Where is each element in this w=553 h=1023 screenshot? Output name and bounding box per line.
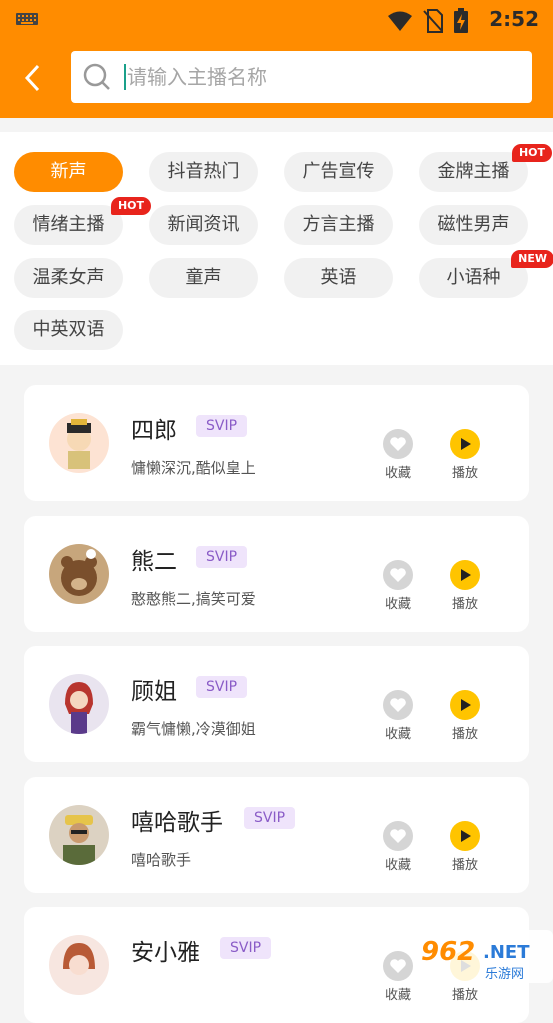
- category-tags: 新声 抖音热门 广告宣传 金牌主播 HOT 情绪主播 HOT 新闻资讯 方言主播 磁…: [0, 132, 553, 365]
- favorite-label: 收藏: [384, 466, 411, 481]
- heart-icon: [390, 829, 406, 843]
- anchor-card[interactable]: 顾姐 SVIP 霸气慵懒,冷漠御姐 收藏 播放: [24, 646, 529, 762]
- site-watermark: 962 .NET 乐游网: [413, 930, 553, 983]
- svip-badge: SVIP: [196, 415, 248, 437]
- wifi-icon: [388, 11, 412, 31]
- tag-tongsheng[interactable]: 童声: [149, 258, 258, 298]
- svip-badge: SVIP: [244, 807, 296, 829]
- tag-label: 温柔女声: [32, 267, 105, 288]
- anchor-desc: 憨憨熊二,搞笑可爱: [131, 590, 256, 608]
- svip-badge: SVIP: [220, 937, 272, 959]
- play-button[interactable]: 播放: [445, 560, 485, 612]
- play-label: 播放: [451, 597, 478, 612]
- avatar: [49, 805, 109, 865]
- status-bar: 2:52: [0, 0, 553, 38]
- anchor-card[interactable]: 嘻哈歌手 SVIP 嘻哈歌手 收藏 播放: [24, 777, 529, 893]
- back-arrow-icon[interactable]: [20, 60, 50, 96]
- anchor-desc: 慵懒深沉,酷似皇上: [131, 459, 256, 477]
- anchor-name: 四郎: [131, 418, 177, 444]
- heart-icon: [390, 698, 406, 712]
- tag-wenrou[interactable]: 温柔女声: [14, 258, 123, 298]
- favorite-label: 收藏: [384, 597, 411, 612]
- play-button[interactable]: 播放: [445, 429, 485, 481]
- play-button[interactable]: 播放: [445, 821, 485, 873]
- play-icon: [461, 569, 471, 581]
- text-cursor: [124, 64, 126, 90]
- hot-badge: HOT: [511, 144, 552, 162]
- tag-label: 中英双语: [32, 319, 105, 340]
- anchor-name: 安小雅: [131, 940, 200, 966]
- favorite-label: 收藏: [384, 727, 411, 742]
- heart-icon: [390, 568, 406, 582]
- tag-cixing[interactable]: 磁性男声: [419, 205, 528, 245]
- header: 请输入主播名称: [0, 38, 553, 118]
- tag-label: 广告宣传: [302, 161, 375, 182]
- favorite-label: 收藏: [384, 988, 411, 1003]
- tag-douyin[interactable]: 抖音热门: [149, 152, 258, 192]
- watermark-suffix: .NET: [483, 942, 530, 963]
- favorite-button[interactable]: 收藏: [378, 429, 418, 481]
- new-badge: NEW: [511, 250, 553, 268]
- play-label: 播放: [451, 466, 478, 481]
- avatar: [49, 935, 109, 995]
- tag-zhongying[interactable]: 中英双语: [14, 310, 123, 350]
- search-icon: [83, 63, 110, 90]
- tag-yingyu[interactable]: 英语: [284, 258, 393, 298]
- play-icon: [461, 699, 471, 711]
- watermark-sub: 乐游网: [485, 967, 524, 982]
- avatar: [49, 544, 109, 604]
- avatar: [49, 413, 109, 473]
- tag-label: 新闻资讯: [167, 214, 240, 235]
- svip-badge: SVIP: [196, 546, 248, 568]
- watermark-main: 962: [421, 937, 475, 967]
- tag-xiaoyuzhong[interactable]: 小语种 NEW: [419, 250, 553, 298]
- status-time: 2:52: [489, 7, 539, 31]
- tag-label: 童声: [185, 267, 222, 288]
- favorite-label: 收藏: [384, 858, 411, 873]
- anchor-desc: 嘻哈歌手: [131, 851, 192, 869]
- tag-label: 金牌主播: [437, 161, 510, 182]
- tag-label: 新声: [50, 161, 87, 182]
- anchor-name: 熊二: [131, 549, 177, 575]
- tag-qingxu[interactable]: 情绪主播 HOT: [14, 197, 151, 245]
- favorite-button[interactable]: 收藏: [378, 951, 418, 1003]
- play-label: 播放: [451, 727, 478, 742]
- tag-label: 磁性男声: [437, 214, 510, 235]
- play-icon: [461, 830, 471, 842]
- heart-icon: [390, 959, 406, 973]
- search-placeholder: 请输入主播名称: [127, 65, 267, 89]
- keyboard-icon: [16, 13, 38, 25]
- tag-label: 抖音热门: [167, 161, 240, 182]
- tag-fangyan[interactable]: 方言主播: [284, 205, 393, 245]
- tag-xinwen[interactable]: 新闻资讯: [149, 205, 258, 245]
- favorite-button[interactable]: 收藏: [378, 560, 418, 612]
- favorite-button[interactable]: 收藏: [378, 821, 418, 873]
- tag-label: 小语种: [446, 267, 501, 288]
- anchor-desc: 霸气慵懒,冷漠御姐: [131, 720, 256, 738]
- svip-badge: SVIP: [196, 676, 248, 698]
- tag-label: 情绪主播: [32, 214, 105, 235]
- tag-label: 方言主播: [302, 214, 375, 235]
- play-label: 播放: [451, 988, 478, 1003]
- tag-xinsheng[interactable]: 新声: [14, 152, 123, 192]
- play-label: 播放: [451, 858, 478, 873]
- hot-badge: HOT: [110, 197, 151, 215]
- anchor-card[interactable]: 熊二 SVIP 憨憨熊二,搞笑可爱 收藏 播放: [24, 516, 529, 632]
- avatar: [49, 674, 109, 734]
- tag-label: 英语: [320, 267, 357, 288]
- search-input[interactable]: 请输入主播名称: [71, 51, 532, 103]
- heart-icon: [390, 437, 406, 451]
- no-sim-icon: [423, 9, 443, 33]
- tag-guanggao[interactable]: 广告宣传: [284, 152, 393, 192]
- anchor-name: 顾姐: [131, 679, 177, 705]
- tag-jinpai[interactable]: 金牌主播 HOT: [419, 144, 552, 192]
- play-button[interactable]: 播放: [445, 690, 485, 742]
- play-icon: [461, 438, 471, 450]
- battery-charging-icon: [454, 8, 468, 33]
- anchor-name: 嘻哈歌手: [131, 810, 223, 836]
- favorite-button[interactable]: 收藏: [378, 690, 418, 742]
- anchor-card[interactable]: 四郎 SVIP 慵懒深沉,酷似皇上 收藏 播放: [24, 385, 529, 501]
